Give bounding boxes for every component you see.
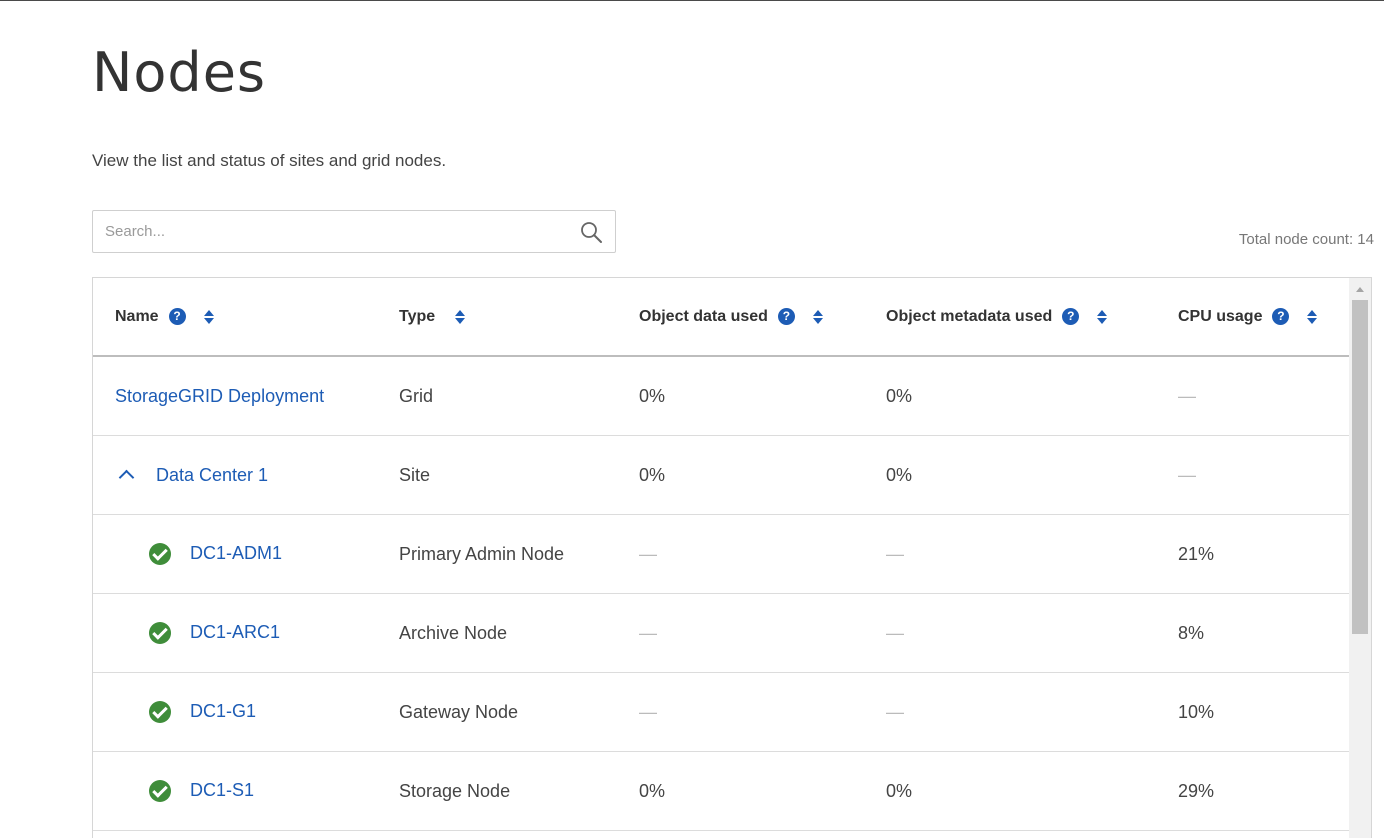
sort-icon[interactable] [203,309,214,325]
check-circle-icon [149,543,171,566]
total-node-count: Total node count: 14 [1238,231,1374,248]
help-icon[interactable]: ? [1062,308,1080,325]
sort-icon[interactable] [1307,309,1318,325]
sort-icon[interactable] [812,309,823,325]
nodes-page: Nodes View the list and status of sites … [0,0,1384,838]
node-type: Site [376,435,616,515]
column-header-cpu-label: CPU usage [1178,307,1263,325]
column-header-cpu[interactable]: CPU usage ? [1155,278,1349,357]
node-type: Gateway Node [376,672,616,752]
object-metadata-value: 0% [863,435,1155,515]
table-row: DC1-ARC1 Archive Node — — 8% [93,593,1349,673]
table-row: Data Center 1 Site 0% 0% — [93,435,1349,515]
help-icon[interactable]: ? [1272,308,1290,325]
page-subtitle: View the list and status of sites and gr… [92,151,447,170]
cpu-value: 29% [1155,751,1349,831]
column-header-object-metadata[interactable]: Object metadata used ? [863,278,1155,357]
object-data-value: 0% [616,435,863,515]
scrollbar-thumb[interactable] [1352,300,1368,634]
column-header-type[interactable]: Type [376,278,616,357]
object-metadata-value: — [863,514,1155,594]
object-data-value: — [616,514,863,594]
sort-icon[interactable] [1097,309,1108,325]
help-icon[interactable]: ? [777,308,795,325]
search-icon[interactable] [579,220,603,244]
table-row: DC1-ADM1 Primary Admin Node — — 21% [93,514,1349,594]
check-circle-icon [149,780,171,803]
cpu-value: — [1155,435,1349,515]
node-link[interactable]: DC1-ADM1 [190,543,282,563]
node-link[interactable]: Data Center 1 [156,465,268,485]
column-header-name-label: Name [115,307,159,325]
help-icon[interactable]: ? [168,308,186,325]
check-circle-icon [149,701,171,724]
table-row: DC1-S1 Storage Node 0% 0% 29% [93,751,1349,831]
object-data-value: 0% [616,751,863,831]
nodes-table: Name ? Type Object data used ? Object me… [93,278,1349,831]
column-header-name[interactable]: Name ? [93,278,376,357]
node-link[interactable]: StorageGRID Deployment [115,386,324,406]
check-circle-icon [149,622,171,645]
page-title: Nodes [92,41,267,104]
node-link[interactable]: DC1-S1 [190,780,254,800]
column-header-object-data-label: Object data used [639,307,768,325]
search-box [92,210,616,253]
column-header-object-metadata-label: Object metadata used [886,307,1053,325]
node-link[interactable]: DC1-ARC1 [190,622,280,642]
chevron-up-icon[interactable] [118,469,135,485]
table-row: DC1-G1 Gateway Node — — 10% [93,672,1349,752]
column-header-object-data[interactable]: Object data used ? [616,278,863,357]
object-metadata-value: — [863,672,1155,752]
node-type: Primary Admin Node [376,514,616,594]
object-metadata-value: — [863,593,1155,673]
node-type: Storage Node [376,751,616,831]
vertical-scrollbar[interactable] [1349,278,1371,838]
cpu-value: 10% [1155,672,1349,752]
scroll-up-arrow-icon[interactable] [1356,287,1364,292]
sort-icon[interactable] [455,309,466,325]
object-metadata-value: 0% [863,751,1155,831]
table-row: StorageGRID Deployment Grid 0% 0% — [93,356,1349,436]
node-type: Grid [376,356,616,436]
object-data-value: — [616,593,863,673]
search-input[interactable] [93,211,587,252]
object-data-value: 0% [616,356,863,436]
cpu-value: 21% [1155,514,1349,594]
object-metadata-value: 0% [863,356,1155,436]
object-data-value: — [616,672,863,752]
node-link[interactable]: DC1-G1 [190,701,256,721]
nodes-table-container: Name ? Type Object data used ? Object me… [92,277,1372,838]
table-header-row: Name ? Type Object data used ? Object me… [93,278,1349,357]
node-type: Archive Node [376,593,616,673]
cpu-value: — [1155,356,1349,436]
column-header-type-label: Type [399,307,436,325]
cpu-value: 8% [1155,593,1349,673]
